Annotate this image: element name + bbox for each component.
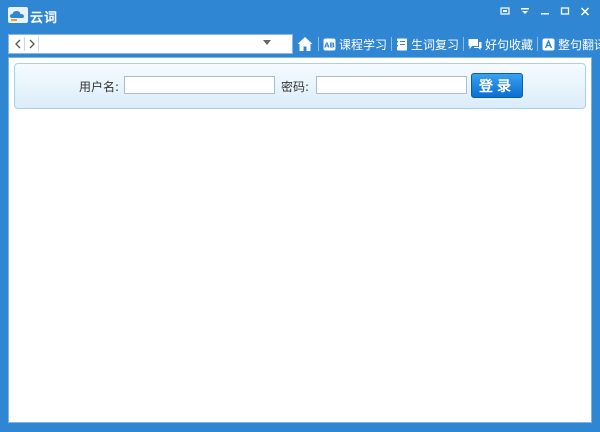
close-icon[interactable] bbox=[576, 4, 594, 18]
menu-icon[interactable] bbox=[516, 4, 534, 18]
menu-sentence-translate-label: 整句翻译 bbox=[558, 37, 600, 52]
username-input[interactable] bbox=[124, 76, 275, 94]
main-menu: AB 课程学习 生词复习 好句收藏 整句翻译 bbox=[318, 34, 600, 54]
login-button[interactable]: 登录 bbox=[471, 73, 523, 98]
chat-icon bbox=[468, 38, 482, 50]
menu-course-study[interactable]: AB 课程学习 bbox=[319, 36, 391, 53]
menu-vocab-review[interactable]: 生词复习 bbox=[392, 36, 463, 53]
cloud-logo-icon bbox=[8, 7, 28, 23]
maximize-icon[interactable] bbox=[556, 4, 574, 18]
svg-text:AB: AB bbox=[324, 41, 335, 49]
login-panel: 用户名: 密码: 登录 bbox=[14, 63, 586, 109]
menu-course-study-label: 课程学习 bbox=[339, 37, 388, 52]
title-bar[interactable]: 云词 bbox=[0, 0, 600, 32]
username-label: 用户名: bbox=[79, 80, 120, 94]
app-title: 云词 bbox=[30, 11, 59, 26]
nav-buttons bbox=[11, 37, 39, 51]
search-icon[interactable] bbox=[274, 36, 290, 52]
ab-icon: AB bbox=[323, 38, 336, 50]
skin-icon[interactable] bbox=[496, 4, 514, 18]
notebook-icon bbox=[396, 38, 408, 50]
chevron-down-icon[interactable] bbox=[263, 40, 271, 46]
menu-sentence-favorites[interactable]: 好句收藏 bbox=[464, 36, 537, 53]
menu-vocab-review-label: 生词复习 bbox=[411, 37, 460, 52]
password-input[interactable] bbox=[316, 76, 467, 94]
minimize-icon[interactable] bbox=[536, 4, 554, 18]
content-area: 用户名: 密码: 登录 bbox=[8, 57, 592, 423]
menu-sentence-translate[interactable]: 整句翻译 bbox=[538, 36, 600, 53]
translate-icon bbox=[542, 38, 555, 50]
app-window: 云词 AB 课程学习 生词复习 好句收藏 整句翻 用户名: 密码: 登录 bbox=[0, 0, 600, 432]
back-icon[interactable] bbox=[11, 37, 25, 51]
home-icon[interactable] bbox=[296, 35, 314, 53]
password-label: 密码: bbox=[281, 80, 310, 94]
menu-sentence-favorites-label: 好句收藏 bbox=[485, 37, 534, 52]
toolbar: AB 课程学习 生词复习 好句收藏 整句翻译 bbox=[8, 34, 600, 54]
address-bar bbox=[8, 34, 293, 54]
forward-icon[interactable] bbox=[25, 37, 39, 51]
window-controls bbox=[496, 4, 594, 18]
address-input[interactable] bbox=[41, 36, 261, 54]
